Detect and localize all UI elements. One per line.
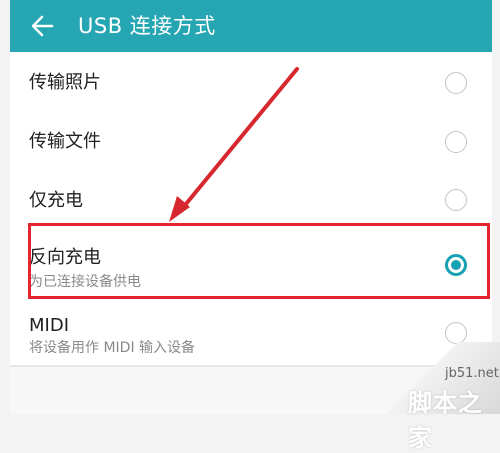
option-sublabel: 为已连接设备供电 [29, 274, 141, 290]
option-transfer-files[interactable]: 传输文件 [10, 111, 492, 170]
option-reverse-charge[interactable]: 反向充电 为已连接设备供电 [10, 229, 492, 301]
arrow-left-icon [31, 15, 54, 37]
option-label: 反向充电 [29, 247, 101, 268]
radio-button[interactable] [445, 72, 467, 94]
radio-button-selected[interactable] [445, 254, 467, 276]
option-sublabel: 将设备用作 MIDI 输入设备 [29, 340, 196, 356]
option-label: MIDI [29, 315, 70, 336]
back-button[interactable] [24, 8, 60, 44]
watermark-brand: 脚本之家 [408, 389, 483, 452]
option-transfer-photos[interactable]: 传输照片 [10, 52, 492, 111]
radio-button[interactable] [445, 189, 467, 211]
radio-button[interactable] [445, 322, 467, 344]
radio-selected-dot [451, 260, 461, 270]
radio-button[interactable] [445, 131, 467, 153]
usb-mode-list: 传输照片 传输文件 仅充电 反向充电 为已连接设备供电 MIDI 将设备用作 M… [10, 52, 492, 374]
option-label: 传输文件 [29, 131, 101, 152]
option-label: 传输照片 [29, 72, 101, 93]
option-charge-only[interactable]: 仅充电 [10, 170, 492, 229]
title-bar: USB 连接方式 [10, 0, 492, 52]
option-label: 仅充电 [29, 190, 83, 211]
page-title: USB 连接方式 [78, 14, 216, 38]
watermark-url: jb51.net [445, 366, 499, 381]
